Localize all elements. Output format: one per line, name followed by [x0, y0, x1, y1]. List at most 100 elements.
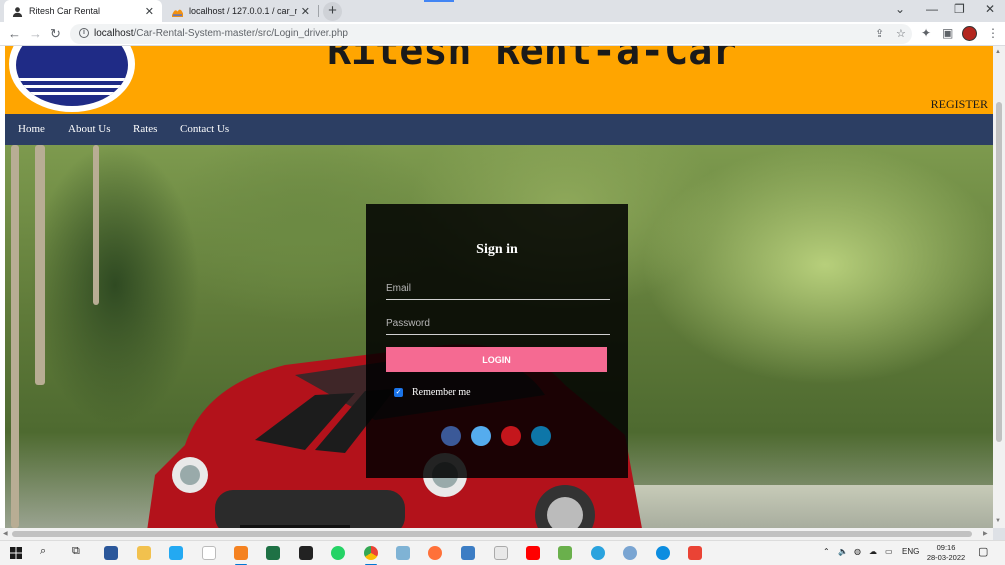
language-indicator[interactable]: ENG — [902, 547, 919, 556]
url-text[interactable]: localhost/Car-Rental-System-master/src/L… — [94, 28, 348, 39]
tree-trunk — [35, 145, 45, 385]
app-icon[interactable] — [558, 546, 572, 560]
notepad-icon[interactable] — [202, 546, 216, 560]
register-link[interactable]: REGISTER — [931, 97, 988, 112]
profile-avatar[interactable] — [962, 26, 977, 41]
signin-panel: Sign in LOGIN ✓ Remember me — [366, 204, 628, 478]
firefox-icon[interactable] — [428, 546, 442, 560]
excel-icon[interactable] — [266, 546, 280, 560]
gmail-icon[interactable] — [688, 546, 702, 560]
menu-kebab-icon[interactable]: ⋮ — [987, 26, 999, 40]
logo-emblem — [16, 46, 128, 106]
road — [625, 485, 993, 528]
paint-icon[interactable] — [494, 546, 508, 560]
browser-tab-bar: Ritesh Car Rental ✕ localhost / 127.0.0.… — [0, 0, 1005, 22]
scroll-up-arrow-icon[interactable]: ▲ — [995, 49, 1001, 55]
nav-rates[interactable]: Rates — [133, 123, 157, 135]
telegram-icon[interactable] — [591, 546, 605, 560]
site-nav-bar: Home About Us Rates Contact Us — [5, 114, 993, 145]
extensions-puzzle-icon[interactable]: ✦ — [921, 26, 931, 40]
search-icon[interactable]: ⌕ — [40, 545, 46, 558]
file-explorer-icon[interactable] — [137, 546, 151, 560]
tab-close-icon[interactable]: ✕ — [145, 5, 154, 18]
tree-trunk — [93, 145, 99, 305]
clock[interactable]: 09:16 28-03-2022 — [925, 543, 967, 563]
youtube-icon[interactable] — [526, 546, 540, 560]
scroll-left-arrow-icon[interactable]: ◀ — [3, 530, 8, 537]
reload-icon[interactable]: ↻ — [50, 26, 61, 42]
remember-me: ✓ Remember me — [394, 387, 471, 398]
volume-icon[interactable]: 🔈 — [838, 547, 848, 556]
clock-time: 09:16 — [936, 543, 956, 552]
hero-background-image: Sign in LOGIN ✓ Remember me — [5, 145, 993, 528]
globe-icon[interactable]: ◍ — [854, 547, 861, 556]
twitter-icon[interactable] — [471, 426, 491, 446]
chrome-icon[interactable] — [364, 546, 378, 560]
nav-about-us[interactable]: About Us — [68, 123, 110, 135]
tab-phpmyadmin[interactable]: localhost / 127.0.0.1 / car_rental_ ✕ — [164, 0, 318, 22]
site-header: Ritesh Rent-a-Car REGISTER — [5, 46, 993, 114]
vscode-icon[interactable] — [169, 546, 183, 560]
app-icon[interactable] — [396, 546, 410, 560]
edge-icon[interactable] — [656, 546, 670, 560]
horizontal-scrollbar[interactable]: ◀ ▶ — [0, 528, 993, 540]
tab-title: localhost / 127.0.0.1 / car_rental_ — [189, 6, 297, 16]
bookmark-star-icon[interactable]: ☆ — [896, 27, 906, 40]
back-arrow-icon[interactable]: ← — [8, 26, 21, 41]
google-plus-icon[interactable] — [501, 426, 521, 446]
network-icon[interactable]: ☁ — [869, 547, 877, 556]
phpmyadmin-icon — [172, 9, 183, 17]
xampp-icon[interactable] — [234, 546, 248, 560]
task-view-icon[interactable]: ⧉ — [72, 545, 80, 558]
new-tab-button[interactable]: + — [323, 2, 342, 21]
logo-band — [16, 78, 128, 81]
tab-search-icon[interactable]: ⌄ — [895, 2, 905, 16]
scroll-down-arrow-icon[interactable]: ▼ — [995, 518, 1001, 524]
vertical-scrollbar[interactable]: ▲ ▼ — [993, 46, 1005, 528]
address-bar[interactable]: i localhost/Car-Rental-System-master/src… — [70, 24, 912, 44]
password-input[interactable] — [386, 313, 610, 335]
tab-strip-accent — [424, 0, 454, 2]
person-icon — [12, 6, 23, 17]
app-icon[interactable] — [461, 546, 475, 560]
close-window-icon[interactable]: ✕ — [985, 2, 995, 16]
terminal-icon[interactable] — [299, 546, 313, 560]
word-icon[interactable] — [104, 546, 118, 560]
tab-separator — [318, 5, 319, 17]
tab-ritesh-car-rental[interactable]: Ritesh Car Rental ✕ — [4, 0, 162, 22]
remember-me-label: Remember me — [412, 387, 471, 398]
minimize-icon[interactable]: — — [926, 2, 938, 16]
scrollbar-thumb[interactable] — [12, 531, 972, 537]
restore-icon[interactable]: ❐ — [954, 2, 965, 16]
logo-band — [16, 85, 128, 88]
page-viewport: Ritesh Rent-a-Car REGISTER Home About Us… — [0, 46, 993, 528]
browser-toolbar: ← → ↻ i localhost/Car-Rental-System-mast… — [0, 22, 1005, 46]
notification-icon[interactable]: ▢ — [978, 545, 988, 558]
logo-band — [16, 92, 128, 95]
nav-home[interactable]: Home — [18, 123, 45, 135]
whatsapp-icon[interactable] — [331, 546, 345, 560]
email-input[interactable] — [386, 278, 610, 300]
share-icon[interactable]: ⇪ — [875, 27, 884, 40]
windows-taskbar: ⌕ ⧉ ⌃ 🔈 ◍ ☁ ▭ ENG 09:16 28-03-2022 ▢ — [0, 540, 1005, 565]
forward-arrow-icon[interactable]: → — [29, 26, 42, 41]
scrollbar-thumb[interactable] — [996, 102, 1002, 442]
signin-title: Sign in — [476, 242, 518, 257]
login-button[interactable]: LOGIN — [386, 347, 607, 372]
battery-icon[interactable]: ▭ — [885, 547, 893, 556]
scroll-right-arrow-icon[interactable]: ▶ — [983, 530, 988, 537]
tab-title: Ritesh Car Rental — [29, 6, 101, 16]
r-studio-icon[interactable] — [623, 546, 637, 560]
url-host: localhost — [94, 28, 134, 39]
site-info-icon[interactable]: i — [79, 28, 89, 38]
facebook-icon[interactable] — [441, 426, 461, 446]
windows-start-icon[interactable] — [10, 547, 22, 559]
side-panel-icon[interactable]: ▣ — [942, 26, 953, 40]
chevron-up-icon[interactable]: ⌃ — [823, 547, 830, 556]
linkedin-icon[interactable] — [531, 426, 551, 446]
nav-contact-us[interactable]: Contact Us — [180, 123, 229, 135]
tab-close-icon[interactable]: ✕ — [301, 5, 310, 18]
tree-trunk — [11, 145, 19, 528]
remember-me-checkbox[interactable]: ✓ — [394, 388, 403, 397]
clock-date: 28-03-2022 — [926, 553, 966, 562]
